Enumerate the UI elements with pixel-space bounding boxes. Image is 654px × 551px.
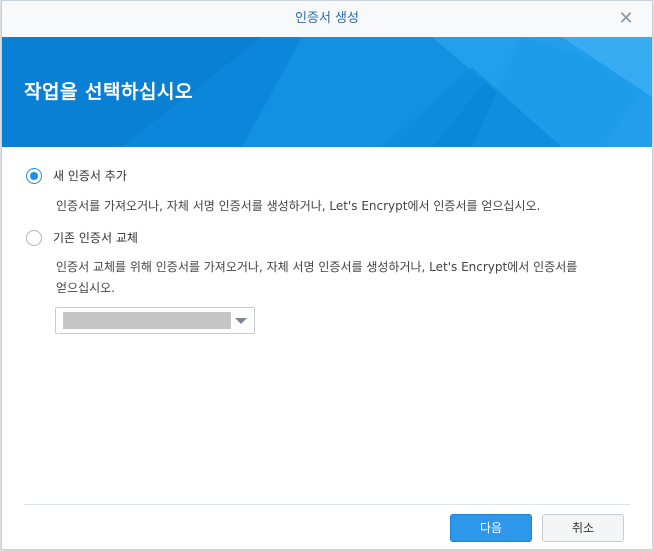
radio-replace-existing-certificate[interactable]: [26, 229, 42, 246]
description-line-1: 인증서 교체를 위해 인증서를 가져오거나, 자체 서명 인증서를 생성하거나,…: [56, 260, 578, 274]
option-description-replace-existing: 인증서 교체를 위해 인증서를 가져오거나, 자체 서명 인증서를 생성하거나,…: [56, 257, 626, 299]
dialog-title: 인증서 생성: [295, 11, 359, 26]
option-label-replace-existing: 기존 인증서 교체: [53, 231, 138, 245]
option-add-new-certificate[interactable]: 새 인증서 추가: [26, 167, 127, 184]
description-line-2: 얻으십시오.: [56, 281, 116, 295]
selected-certificate-value: [63, 312, 231, 329]
radio-add-new-certificate[interactable]: [26, 167, 42, 184]
next-button[interactable]: 다음: [450, 514, 532, 542]
banner-title: 작업을 선택하십시오: [24, 81, 193, 103]
option-label-add-new: 새 인증서 추가: [53, 169, 127, 183]
option-replace-existing-certificate[interactable]: 기존 인증서 교체: [26, 229, 138, 246]
footer-divider: [24, 504, 630, 505]
cancel-button[interactable]: 취소: [542, 514, 624, 542]
chevron-down-icon[interactable]: [235, 318, 247, 324]
header-banner: 작업을 선택하십시오: [2, 37, 652, 147]
option-description-add-new: 인증서를 가져오거나, 자체 서명 인증서를 생성하거나, Let's Encr…: [56, 199, 541, 213]
close-icon[interactable]: ✕: [618, 1, 634, 37]
dialog-titlebar: 인증서 생성 ✕: [2, 1, 652, 37]
create-certificate-dialog: 인증서 생성 ✕ 작업을 선택하십시오 새 인증서 추가 인증서를 가져오거나,…: [1, 0, 653, 550]
existing-certificate-select[interactable]: [55, 307, 255, 334]
